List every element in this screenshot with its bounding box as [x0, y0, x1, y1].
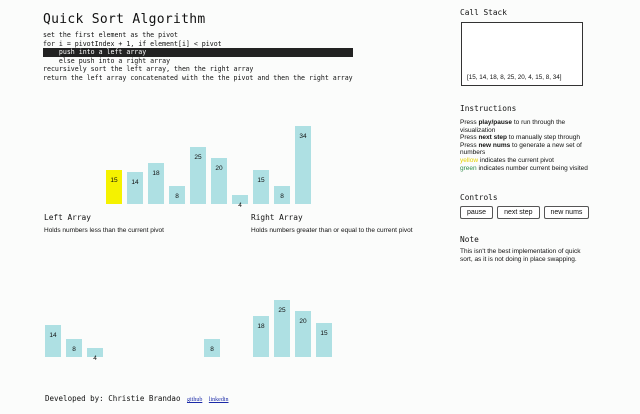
- main-array-bar: 25: [190, 146, 206, 204]
- pseudocode-line: return the left array concatenated with …: [43, 73, 353, 82]
- main-array-bar: 8: [274, 185, 290, 204]
- main-array-chart: 15 14 18 8 25 20 4 15 8 34: [106, 120, 316, 209]
- main-array-bar: 8: [169, 185, 185, 204]
- pseudocode-line: recursively sort the left array, then th…: [43, 65, 254, 74]
- main-array-bar: 15: [253, 169, 269, 204]
- right-array-bar-label: 15: [320, 329, 328, 337]
- left-array-bar-label: 14: [49, 331, 57, 339]
- pause-button[interactable]: pause: [460, 206, 494, 219]
- left-array-chart: 14 8 4: [45, 316, 105, 362]
- controls-title: Controls: [460, 193, 498, 202]
- page-title: Quick Sort Algorithm: [43, 12, 206, 27]
- main-array-bar-label: 18: [152, 169, 160, 177]
- left-array-description: Holds numbers less than the current pivo…: [44, 227, 164, 234]
- main-array-bar-label: 15: [110, 176, 118, 184]
- instruction-play: Press play/pause to run through the visu…: [460, 119, 566, 134]
- left-array-chart-extra: 8: [204, 330, 224, 357]
- instructions-title: Instructions: [460, 104, 517, 113]
- legend-visited: green indicates number current being vis…: [460, 164, 588, 172]
- left-array-bar: 4: [87, 347, 103, 362]
- main-array-bar-label: 25: [194, 153, 202, 161]
- new-nums-button[interactable]: new nums: [543, 206, 590, 219]
- main-array-bar: 4: [232, 194, 248, 209]
- main-array-bar-label: 15: [257, 176, 265, 184]
- left-array-bar-label: 8: [72, 345, 76, 353]
- left-array-bar: 8: [66, 338, 82, 357]
- instructions-text: Press play/pause to run through the visu…: [460, 119, 592, 172]
- linkedin-link[interactable]: linkedin: [209, 397, 229, 403]
- main-array-bar-label: 34: [299, 132, 307, 140]
- right-array-bar: 15: [316, 322, 332, 357]
- main-array-bar: 14: [127, 171, 143, 204]
- right-array-bar-label: 18: [257, 322, 265, 330]
- right-array-bar-label: 25: [278, 306, 286, 314]
- call-stack-title: Call Stack: [460, 8, 507, 17]
- pseudocode-line: else push into a right array: [43, 56, 171, 65]
- instruction-new: Press new nums to generate a new set of …: [460, 141, 582, 157]
- main-array-bar-label: 8: [280, 192, 284, 200]
- pseudocode-line: for i = pivotIndex + 1, if element[i] < …: [43, 39, 222, 48]
- main-array-bar-label: 8: [175, 192, 179, 200]
- note-title: Note: [460, 235, 479, 244]
- left-array-extra-bar-label: 8: [210, 345, 214, 353]
- main-array-bar: 18: [148, 162, 164, 204]
- next-step-button[interactable]: next step: [497, 206, 540, 219]
- pseudocode-line: push into a left array: [43, 48, 353, 57]
- right-array-description: Holds numbers greater than or equal to t…: [251, 227, 413, 234]
- main-array-bar-label: 20: [215, 165, 223, 172]
- left-array-extra-bar: 8: [204, 338, 220, 357]
- left-array-title: Left Array: [44, 213, 91, 222]
- right-array-bar: 25: [274, 299, 290, 357]
- legend-pivot: yellow indicates the current pivot: [460, 156, 554, 164]
- right-array-bar-label: 20: [299, 318, 307, 325]
- pseudocode-line: set the first element as the pivot: [43, 31, 178, 39]
- controls-bar: pause next step new nums: [460, 206, 590, 219]
- main-array-bar: 15: [106, 169, 122, 204]
- note-text: This isn't the best implementation of qu…: [460, 248, 581, 263]
- instruction-next: Press next step to manually step through: [460, 134, 580, 142]
- github-link[interactable]: github: [187, 397, 202, 403]
- right-array-title: Right Array: [251, 213, 303, 222]
- call-stack-box: [15, 14, 18, 8, 25, 20, 4, 15, 8, 34]: [461, 22, 583, 86]
- call-stack-entry: [15, 14, 18, 8, 25, 20, 4, 15, 8, 34]: [467, 74, 562, 81]
- right-array-bar: 18: [253, 315, 269, 357]
- left-array-bar-label: 4: [93, 354, 97, 362]
- right-array-chart: 18 25 20 15: [253, 298, 343, 357]
- main-array-bar: 20: [211, 158, 227, 204]
- left-array-bar: 14: [45, 324, 61, 357]
- main-array-bar: 34: [295, 125, 311, 204]
- developer-credit: Developed by: Christie Brandao: [45, 394, 181, 403]
- pseudocode-list: set the first element as the pivot for i …: [43, 31, 353, 83]
- main-array-bar-label: 4: [238, 201, 242, 209]
- footer: Developed by: Christie Brandao github li…: [45, 394, 229, 403]
- main-array-bar-label: 14: [131, 178, 139, 186]
- right-array-bar: 20: [295, 311, 311, 357]
